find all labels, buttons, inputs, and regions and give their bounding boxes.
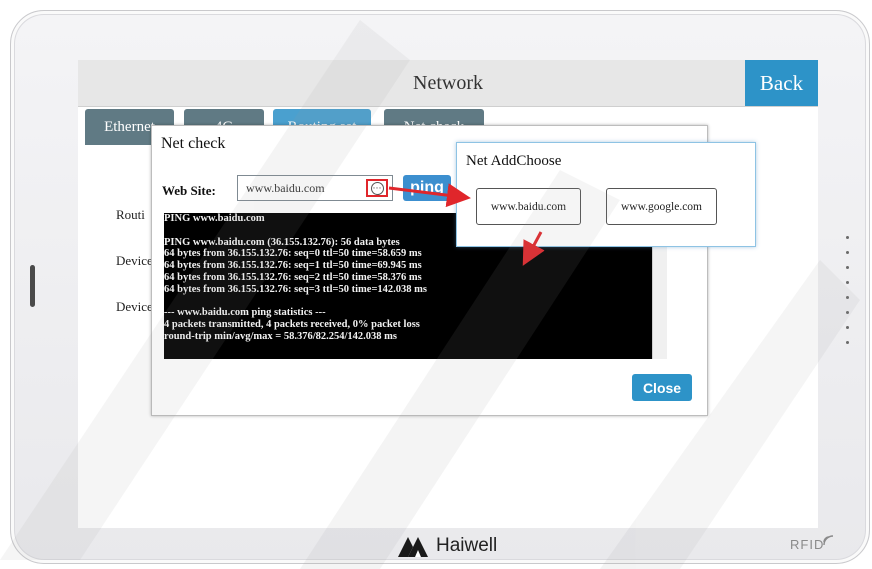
sensor-dots	[846, 236, 850, 356]
console-line: 64 bytes from 36.155.132.76: seq=2 ttl=5…	[164, 271, 422, 283]
close-button[interactable]: Close	[632, 374, 692, 401]
web-site-label: Web Site:	[162, 183, 216, 198]
side-label-device-1: Device	[116, 253, 153, 268]
rfid-waves-icon	[823, 535, 834, 546]
title-bar: Network Back	[78, 60, 818, 107]
console-line: 4 packets transmitted, 4 packets receive…	[164, 319, 420, 331]
brand-name: Haiwell	[436, 535, 498, 556]
side-label-routing: Routi	[116, 207, 145, 222]
ellipsis-circle-icon: ···	[370, 181, 384, 195]
popup-title: Net AddChoose	[466, 153, 562, 169]
ping-button[interactable]: ping	[403, 175, 451, 201]
console-line: 64 bytes from 36.155.132.76: seq=0 ttl=5…	[164, 248, 422, 260]
net-addchoose-popup: Net AddChoose www.baidu.com www.google.c…	[456, 142, 756, 247]
brand: Haiwell	[396, 532, 497, 560]
haiwell-logo-icon	[398, 537, 428, 557]
console-line: round-trip min/avg/max = 58.376/82.254/1…	[164, 330, 398, 342]
option-baidu[interactable]: www.baidu.com	[476, 188, 581, 225]
console-line: --- www.baidu.com ping statistics ---	[164, 307, 326, 319]
home-slot	[30, 265, 35, 307]
side-label-device-2: Device	[116, 299, 153, 314]
console-line: 64 bytes from 36.155.132.76: seq=1 ttl=5…	[164, 260, 422, 272]
back-button[interactable]: Back	[745, 60, 818, 106]
dialog-title: Net check	[161, 135, 226, 152]
site-choose-button[interactable]: ···	[366, 179, 388, 197]
console-line: 64 bytes from 36.155.132.76: seq=3 ttl=5…	[164, 283, 428, 295]
rfid-label: RFID	[790, 537, 825, 552]
page-title: Network	[413, 72, 483, 94]
option-google[interactable]: www.google.com	[606, 188, 717, 225]
